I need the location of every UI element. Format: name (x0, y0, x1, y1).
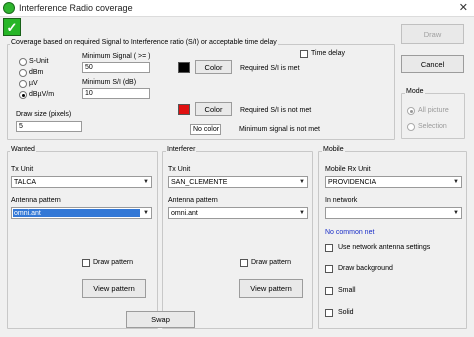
wanted-draw-pattern-checkbox[interactable] (82, 259, 90, 267)
radio-selection[interactable] (407, 123, 415, 131)
min-signal-label: Minimum Signal ( >= ) (82, 53, 151, 60)
mobile-rx-unit-label: Mobile Rx Unit (325, 166, 371, 173)
not-met-label: Required S/I is not met (240, 107, 312, 114)
solid-label: Solid (338, 309, 354, 316)
wanted-tx-unit-label: Tx Unit (11, 166, 34, 173)
radio-all-picture[interactable] (407, 107, 415, 115)
wanted-tx-unit-select[interactable]: TALCA ▼ (11, 176, 152, 188)
min-signal-input[interactable]: 50 (82, 62, 150, 73)
interferer-tx-unit-label: Tx Unit (168, 166, 191, 173)
not-met-color-swatch (178, 104, 190, 115)
min-si-input[interactable]: 10 (82, 88, 150, 99)
time-delay-checkbox[interactable] (300, 50, 308, 58)
interferer-antenna-label: Antenna pattern (168, 197, 218, 204)
small-checkbox[interactable] (325, 287, 333, 295)
use-network-antenna-label: Use network antenna settings (338, 244, 431, 251)
min-si-label: Minimum S/I (dB) (82, 79, 137, 86)
draw-background-label: Draw background (338, 265, 393, 272)
interferer-antenna-select[interactable]: omni.ant ▼ (168, 207, 308, 219)
coverage-group-label: Coverage based on required Signal to Int… (10, 39, 278, 46)
radio-s-unit[interactable] (19, 58, 27, 66)
solid-checkbox[interactable] (325, 309, 333, 317)
no-color-box[interactable]: No color (190, 124, 221, 135)
draw-background-checkbox[interactable] (325, 265, 333, 273)
app-icon (3, 2, 15, 14)
draw-size-label: Draw size (pixels) (16, 111, 72, 118)
wanted-draw-pattern-label: Draw pattern (93, 259, 134, 266)
radio-all-picture-label: All picture (418, 107, 449, 114)
wanted-antenna-label: Antenna pattern (11, 197, 61, 204)
interferer-tx-unit-select[interactable]: SAN_CLEMENTE ▼ (168, 176, 308, 188)
met-color-button[interactable]: Color (195, 60, 232, 74)
radio-uv-label: µV (29, 80, 38, 87)
wanted-view-pattern-button[interactable]: View pattern (82, 279, 146, 298)
radio-dbuvm[interactable] (19, 91, 27, 99)
no-common-net-text: No common net (325, 229, 375, 236)
interferer-draw-pattern-label: Draw pattern (251, 259, 292, 266)
mode-group-label: Mode (405, 88, 425, 95)
draw-button[interactable]: Draw (401, 24, 464, 44)
interferer-group-label: Interferer (166, 146, 197, 153)
interferer-antenna-value: omni.ant (171, 210, 198, 217)
mobile-rx-unit-select[interactable]: PROVIDENCIA ▼ (325, 176, 462, 188)
radio-dbm-label: dBm (29, 69, 44, 76)
radio-dbm[interactable] (19, 69, 27, 77)
close-icon[interactable]: ✕ (459, 1, 468, 14)
small-label: Small (338, 287, 356, 294)
radio-s-unit-label: S-Unit (29, 58, 49, 65)
mobile-rx-unit-value: PROVIDENCIA (328, 179, 377, 186)
window-title: Interference Radio coverage (19, 3, 133, 13)
cancel-button[interactable]: Cancel (401, 55, 464, 73)
mobile-network-label: In network (325, 197, 358, 204)
interferer-view-pattern-button[interactable]: View pattern (239, 279, 303, 298)
radio-dbuvm-label: dBµV/m (29, 91, 55, 98)
wanted-antenna-select[interactable]: omni.ant ▼ (11, 207, 152, 219)
met-label: Required S/I is met (240, 65, 300, 72)
interferer-draw-pattern-checkbox[interactable] (240, 259, 248, 267)
chevron-down-icon[interactable]: ▼ (451, 208, 461, 218)
met-color-swatch (178, 62, 190, 73)
chevron-down-icon[interactable]: ▼ (451, 177, 461, 187)
interferer-tx-unit-value: SAN_CLEMENTE (171, 179, 228, 186)
radio-selection-label: Selection (418, 123, 447, 130)
time-delay-label: Time delay (311, 50, 345, 57)
wanted-antenna-value: omni.ant (13, 209, 140, 217)
use-network-antenna-checkbox[interactable] (325, 244, 333, 252)
wanted-group-label: Wanted (10, 146, 36, 153)
mobile-group-label: Mobile (322, 146, 345, 153)
chevron-down-icon[interactable]: ▼ (141, 208, 151, 218)
mode-group (401, 93, 465, 139)
min-signal-not-met-label: Minimum signal is not met (239, 126, 320, 133)
draw-size-input[interactable]: 5 (16, 121, 82, 132)
not-met-color-button[interactable]: Color (195, 102, 232, 116)
chevron-down-icon[interactable]: ▼ (297, 208, 307, 218)
mobile-network-select[interactable]: ▼ (325, 207, 462, 219)
chevron-down-icon[interactable]: ▼ (141, 177, 151, 187)
wanted-tx-unit-value: TALCA (14, 179, 37, 186)
swap-button[interactable]: Swap (126, 311, 195, 328)
checkmark-icon: ✓ (3, 18, 21, 36)
radio-uv[interactable] (19, 80, 27, 88)
chevron-down-icon[interactable]: ▼ (297, 177, 307, 187)
